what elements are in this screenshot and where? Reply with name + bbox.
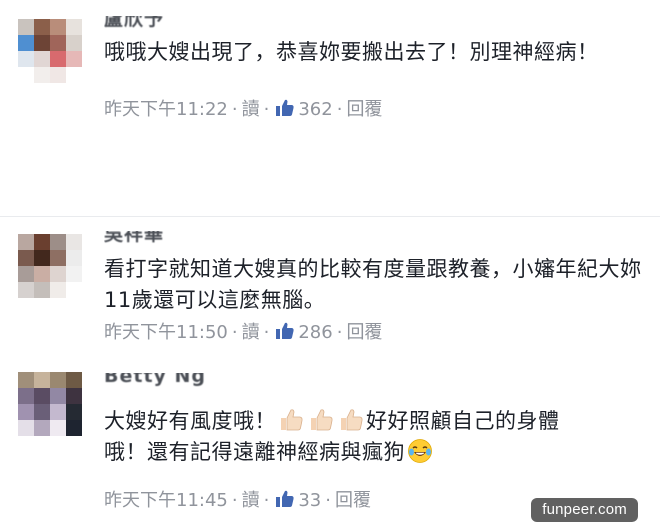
separator: ·	[231, 490, 238, 511]
like-count[interactable]: 286	[298, 321, 332, 345]
reply-link[interactable]: 回覆	[346, 98, 382, 122]
avatar[interactable]	[18, 19, 82, 83]
thumbs-up-icon[interactable]	[275, 489, 295, 509]
separator: ·	[263, 490, 270, 511]
commenter-name[interactable]: Betty Ng	[104, 373, 206, 387]
comment-thread: 盧欣予 哦哦大嫂出現了，恭喜妳要搬出去了！別理神經病！ 昨天下午11:22 · 讀 ·…	[0, 0, 660, 525]
separator: ·	[263, 99, 270, 120]
watermark: funpeer.com	[531, 498, 638, 522]
comment-timestamp[interactable]: 昨天下午11:45	[104, 489, 228, 513]
separator: ·	[336, 99, 343, 120]
comment-meta: 昨天下午11:50 · 讀 · 286 · 回覆	[104, 321, 382, 345]
comment-text-part: 好好照顧自己的身體	[366, 409, 560, 433]
avatar[interactable]	[18, 234, 82, 298]
comment-2: 吳祥華 看打字就知道大嫂真的比較有度量跟教養，小嬸年紀大妳11歲還可以這麼無腦。…	[0, 217, 660, 357]
comment-text: 哦哦大嫂出現了，恭喜妳要搬出去了！別理神經病！	[104, 40, 599, 64]
thumbs-up-emoji	[341, 409, 363, 431]
avatar[interactable]	[18, 372, 82, 436]
tears-of-joy-emoji	[408, 439, 432, 463]
comment-text: 大嫂好有風度哦！ 好好照顧自己的身體哦！還有記得遠離神經病與瘋狗	[104, 406, 644, 468]
separator: ·	[231, 99, 238, 120]
separator: ·	[231, 322, 238, 343]
separator: ·	[263, 322, 270, 343]
comment-1: 盧欣予 哦哦大嫂出現了，恭喜妳要搬出去了！別理神經病！ 昨天下午11:22 · 讀 ·…	[0, 0, 660, 215]
commenter-name[interactable]: 盧欣予	[104, 16, 164, 30]
read-label: 讀	[241, 490, 260, 511]
thumbs-up-emoji	[311, 409, 333, 431]
comment-meta: 昨天下午11:45 · 讀 · 33 · 回覆	[104, 489, 371, 513]
comment-text-part: 哦！還有記得遠離神經病與瘋狗	[104, 440, 405, 464]
separator: ·	[325, 490, 331, 511]
reply-link[interactable]: 回覆	[346, 321, 382, 345]
comment-text: 看打字就知道大嫂真的比較有度量跟教養，小嬸年紀大妳11歲還可以這麼無腦。	[104, 257, 642, 312]
commenter-name[interactable]: 吳祥華	[104, 231, 164, 245]
read-label: 讀	[241, 322, 260, 343]
like-count[interactable]: 33	[298, 489, 321, 513]
comment-meta: 昨天下午11:22 · 讀 · 362 · 回覆	[104, 98, 382, 122]
separator: ·	[336, 322, 343, 343]
comment-timestamp[interactable]: 昨天下午11:22	[104, 98, 228, 122]
read-label: 讀	[241, 99, 260, 120]
reply-link[interactable]: 回覆	[335, 489, 371, 513]
comment-timestamp[interactable]: 昨天下午11:50	[104, 321, 228, 345]
thumbs-up-icon[interactable]	[275, 321, 295, 341]
comment-text-part: 大嫂好有風度哦！	[104, 409, 276, 433]
thumbs-up-emoji	[281, 409, 303, 431]
like-count[interactable]: 362	[298, 98, 332, 122]
thumbs-up-icon[interactable]	[275, 98, 295, 118]
